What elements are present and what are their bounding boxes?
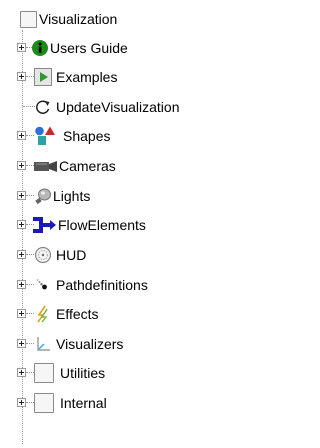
flow-elements-icon — [31, 216, 57, 234]
expand-toggle[interactable] — [17, 131, 26, 140]
tree-item-hud[interactable]: HUD — [0, 243, 241, 267]
tree-connector — [26, 135, 34, 136]
tree-item-label: Lights — [53, 188, 91, 204]
checkbox-icon — [34, 363, 54, 383]
tree-item-label: Pathdefinitions — [56, 277, 148, 293]
tree-item-label: Effects — [56, 306, 99, 322]
expand-toggle[interactable] — [17, 72, 26, 81]
hud-icon — [34, 246, 52, 264]
tree-item-cameras[interactable]: Cameras — [0, 154, 241, 178]
expand-toggle[interactable] — [17, 309, 26, 318]
expand-toggle[interactable] — [17, 43, 26, 52]
expand-toggle[interactable] — [17, 339, 26, 348]
tree-item-internal[interactable]: Internal — [0, 391, 241, 415]
tree-connector — [26, 313, 34, 314]
info-icon — [31, 39, 49, 57]
root-checkbox[interactable] — [20, 10, 37, 28]
tree-item-label: Cameras — [59, 158, 116, 174]
expand-toggle[interactable] — [17, 250, 26, 259]
tree-item-label: Utilities — [60, 365, 106, 381]
tree-item-label: Visualizers — [56, 336, 124, 352]
tree-connector — [26, 372, 34, 373]
tree-item-label: FlowElements — [58, 217, 146, 233]
tree-connector — [26, 254, 34, 255]
effects-icon — [34, 305, 52, 323]
expand-toggle[interactable] — [17, 398, 26, 407]
path-icon — [34, 276, 52, 294]
expand-toggle[interactable] — [17, 191, 26, 200]
tree-root-label: Visualization — [39, 11, 118, 27]
play-icon — [34, 68, 52, 86]
tree-item-shapes[interactable]: Shapes — [0, 124, 241, 148]
expand-toggle[interactable] — [17, 220, 26, 229]
tree-item-label: UpdateVisualization — [56, 99, 180, 115]
tree-connector — [26, 343, 34, 344]
visualizers-icon — [34, 335, 52, 353]
object-tree: Visualization Users Guide Examples Updat… — [0, 0, 241, 448]
tree-item-label: Examples — [56, 69, 118, 85]
camera-icon — [33, 157, 59, 175]
tree-item-label: HUD — [56, 247, 87, 263]
tree-connector — [26, 195, 34, 196]
tree-item-label: Internal — [60, 395, 107, 411]
tree-connector — [26, 402, 34, 403]
tree-connector — [26, 76, 34, 77]
checkbox-icon — [34, 393, 54, 413]
tree-item-users-guide[interactable]: Users Guide — [0, 36, 241, 60]
tree-item-update-visualization[interactable]: UpdateVisualization — [0, 95, 241, 119]
expand-toggle[interactable] — [17, 161, 26, 170]
expand-toggle[interactable] — [17, 368, 26, 377]
tree-item-visualizers[interactable]: Visualizers — [0, 332, 241, 356]
tree-item-label: Shapes — [63, 128, 111, 144]
tree-item-label: Users Guide — [50, 40, 128, 56]
tree-item-lights[interactable]: Lights — [0, 184, 241, 208]
tree-item-flow-elements[interactable]: FlowElements — [0, 213, 241, 237]
refresh-icon — [34, 98, 52, 116]
shapes-icon — [34, 125, 56, 147]
light-icon — [34, 187, 52, 205]
tree-item-utilities[interactable]: Utilities — [0, 361, 241, 385]
tree-connector — [26, 284, 34, 285]
tree-item-pathdefinitions[interactable]: Pathdefinitions — [0, 273, 241, 297]
tree-item-examples[interactable]: Examples — [0, 65, 241, 89]
tree-root-visualization[interactable]: Visualization — [20, 8, 117, 30]
expand-toggle[interactable] — [17, 280, 26, 289]
tree-item-effects[interactable]: Effects — [0, 302, 241, 326]
